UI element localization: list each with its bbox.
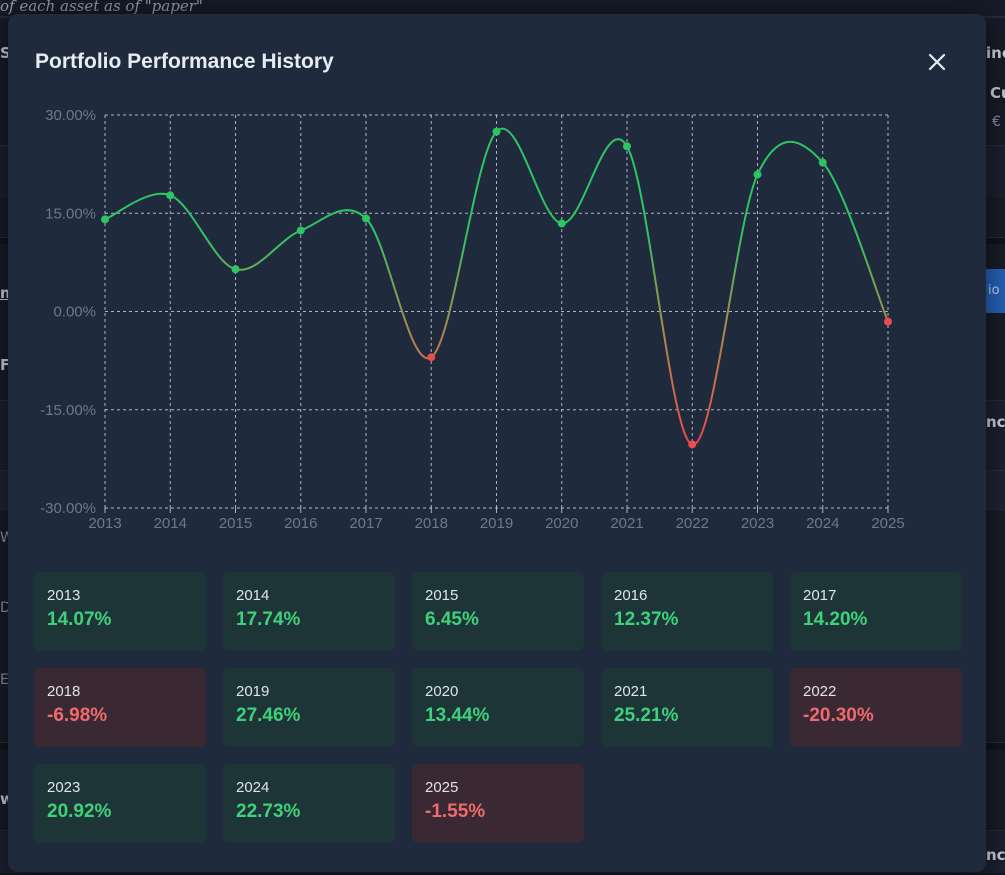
- data-point[interactable]: [166, 191, 175, 200]
- year-return-card: 2015 6.45%: [412, 572, 584, 651]
- card-year: 2021: [614, 683, 648, 700]
- card-return-value: 27.46%: [236, 705, 301, 726]
- card-return-value: 12.37%: [614, 609, 679, 630]
- x-tick-label: 2023: [741, 515, 774, 532]
- year-return-card: 2017 14.20%: [790, 572, 962, 651]
- x-tick-label: 2021: [610, 515, 643, 532]
- data-point[interactable]: [231, 265, 240, 274]
- data-point[interactable]: [492, 127, 501, 136]
- card-return-value: 22.73%: [236, 801, 301, 822]
- performance-line-chart: 30.00%15.00%0.00%-15.00%-30.00% 2013 2014…: [40, 107, 905, 532]
- year-return-card: 2016 12.37%: [601, 572, 773, 651]
- year-return-card: 2020 13.44%: [412, 668, 584, 747]
- card-year: 2020: [425, 683, 459, 700]
- x-axis-ticks: 2013 2014 2015 2016 2017 2018 2019 2020 2021 2022…: [88, 515, 904, 532]
- card-return-value: 13.44%: [425, 705, 490, 726]
- y-tick-label: 15.00%: [45, 205, 96, 222]
- card-return-value: 6.45%: [425, 609, 479, 630]
- x-tick-label: 2019: [480, 515, 513, 532]
- x-tick-label: 2025: [871, 515, 904, 532]
- card-year: 2017: [803, 587, 837, 604]
- card-year: 2018: [47, 683, 81, 700]
- year-return-card: 2014 17.74%: [223, 572, 395, 651]
- year-return-card: 2018 -6.98%: [34, 668, 206, 747]
- background-text-fragment: Cu: [990, 84, 1005, 102]
- x-tick-label: 2017: [349, 515, 382, 532]
- data-point[interactable]: [557, 219, 566, 228]
- x-tick-label: 2016: [284, 515, 317, 532]
- card-return-value: 14.20%: [803, 609, 868, 630]
- year-return-card: 2022 -20.30%: [790, 668, 962, 747]
- card-return-value: -6.98%: [47, 705, 108, 726]
- year-return-card: 2013 14.07%: [34, 572, 206, 651]
- x-tick-label: 2013: [88, 515, 121, 532]
- card-year: 2014: [236, 587, 270, 604]
- year-return-card: 2025 -1.55%: [412, 764, 584, 843]
- y-axis-ticks: 30.00%15.00%0.00%-15.00%-30.00%: [40, 107, 96, 517]
- background-text-fragment: ine: [986, 44, 1005, 62]
- card-return-value: 20.92%: [47, 801, 112, 822]
- x-tick-label: 2020: [545, 515, 578, 532]
- year-return-card: 2021 25.21%: [601, 668, 773, 747]
- x-tick-label: 2024: [806, 515, 839, 532]
- data-point[interactable]: [623, 142, 631, 151]
- card-return-value: -1.55%: [425, 801, 486, 822]
- x-tick-label: 2018: [415, 515, 448, 532]
- data-point[interactable]: [362, 214, 370, 223]
- data-point[interactable]: [753, 170, 762, 179]
- data-point[interactable]: [818, 158, 827, 167]
- card-year: 2023: [47, 779, 81, 796]
- background-blue-button: io: [986, 269, 1005, 313]
- data-point[interactable]: [884, 317, 892, 326]
- chart-grid: [104, 114, 889, 513]
- y-tick-label: -15.00%: [40, 402, 96, 419]
- data-point[interactable]: [296, 226, 305, 235]
- background-text-fragment: nce: [986, 413, 1005, 431]
- card-year: 2025: [425, 779, 459, 796]
- card-year: 2022: [803, 683, 837, 700]
- card-year: 2015: [425, 587, 459, 604]
- card-return-value: 17.74%: [236, 609, 301, 630]
- background-description-text: of each asset as of "paper": [0, 0, 203, 15]
- performance-history-modal: Portfolio Performance History 30.00% 15.0…: [8, 14, 986, 872]
- year-return-card: 2019 27.46%: [223, 668, 395, 747]
- x-tick-label: 2022: [676, 515, 709, 532]
- card-year: 2019: [236, 683, 270, 700]
- data-point[interactable]: [688, 440, 697, 449]
- yearly-returns-grid: 2013 14.07% 2014 17.74% 2015 6.45% 2016 12.37% 2…: [34, 572, 962, 843]
- x-tick-label: 2014: [154, 515, 187, 532]
- card-return-value: 25.21%: [614, 705, 679, 726]
- year-return-card: 2024 22.73%: [223, 764, 395, 843]
- background-text-fragment: €: [992, 114, 1001, 130]
- background-text-fragment: nce: [986, 846, 1005, 864]
- card-year: 2024: [236, 779, 270, 796]
- year-return-card: 2023 20.92%: [34, 764, 206, 843]
- y-tick-label: 30.00%: [45, 107, 96, 124]
- data-point[interactable]: [427, 353, 436, 362]
- card-year: 2013: [47, 587, 81, 604]
- x-tick-label: 2015: [219, 515, 252, 532]
- card-return-value: -20.30%: [803, 705, 874, 726]
- y-tick-label: 0.00%: [53, 304, 96, 321]
- data-point[interactable]: [101, 215, 109, 224]
- card-year: 2016: [614, 587, 648, 604]
- card-return-value: 14.07%: [47, 609, 112, 630]
